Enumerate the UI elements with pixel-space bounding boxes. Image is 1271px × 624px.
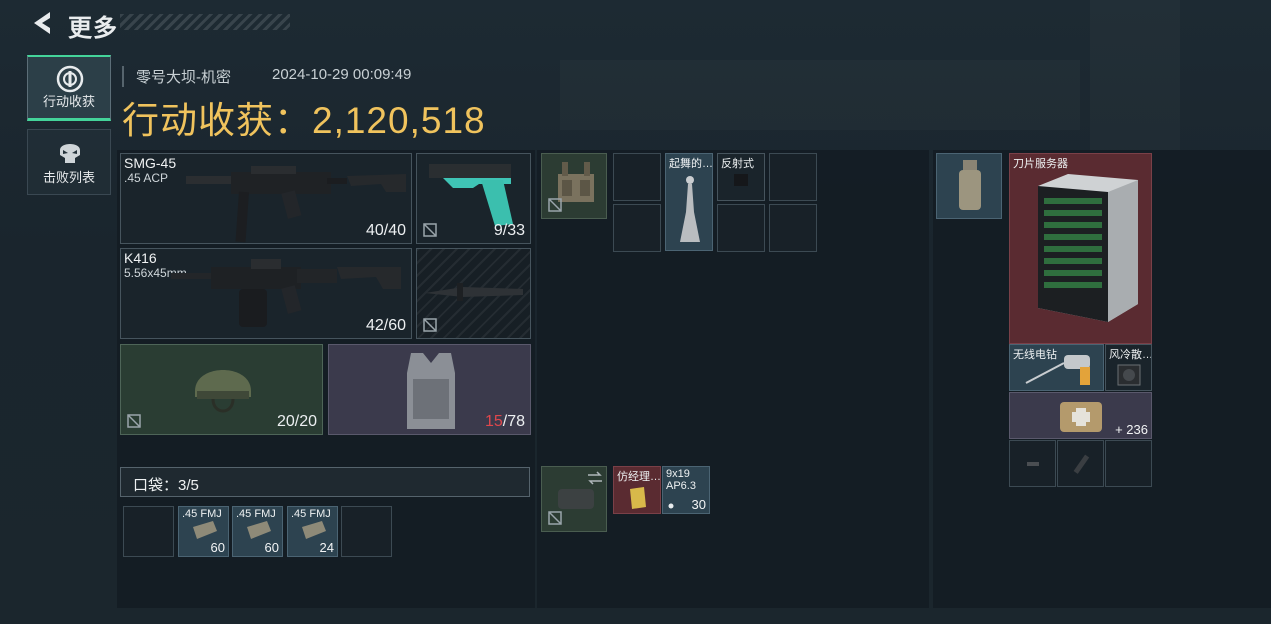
ammo-box-icon <box>193 521 217 539</box>
header-decoration <box>120 14 290 30</box>
weapon-name: K416 <box>124 250 157 266</box>
medkit-icon <box>1060 402 1102 432</box>
rig-item-statue[interactable]: 起舞的… <box>665 153 713 251</box>
pocket-slot-empty[interactable] <box>341 506 392 557</box>
armor-durability-max: /78 <box>502 413 525 430</box>
ammo-box-icon <box>247 521 271 539</box>
reflex-sight-icon <box>734 174 748 186</box>
bullet-dot-icon <box>668 503 674 509</box>
drill-icon <box>1025 355 1090 385</box>
item-count: 24 <box>319 540 334 555</box>
item-name: 起舞的… <box>669 158 713 170</box>
primary-weapon-slot[interactable]: SMG-45 .45 ACP 40/40 <box>120 153 412 244</box>
raid-datetime: 2024-10-29 00:09:49 <box>272 66 412 83</box>
back-arrow-icon <box>34 12 50 34</box>
swap-icon[interactable] <box>586 471 604 485</box>
pocket-slot-ammo[interactable]: .45 FMJ 24 <box>287 506 338 557</box>
secondary-weapon-slot[interactable]: K416 5.56x45mm 42/60 <box>120 248 412 339</box>
body-armor-icon <box>407 353 455 429</box>
ammo-box-icon <box>302 521 326 539</box>
tab-kill-list-label: 击败列表 <box>42 170 95 185</box>
backpack-item-medkit[interactable]: + 236 <box>1009 392 1152 439</box>
item-name: .45 FMJ <box>236 508 276 520</box>
backpack-slot-item[interactable] <box>1009 440 1056 487</box>
armor-slot[interactable]: 15/78 <box>328 344 531 435</box>
container-item-ammo[interactable]: 9x19 AP6.3 30 <box>662 466 710 514</box>
helmet-durability: 20/20 <box>276 413 317 430</box>
blade-server-icon <box>1038 174 1138 322</box>
armor-durability-current: 15 <box>484 413 503 430</box>
backpack-slot-empty[interactable] <box>1105 440 1152 487</box>
map-name: 零号大坝-机密 <box>122 66 231 87</box>
backpack-icon <box>959 160 981 210</box>
pocket-slot-ammo[interactable]: .45 FMJ 60 <box>232 506 283 557</box>
backpack-item-drill[interactable]: 无线电钻 <box>1009 344 1104 391</box>
item-name: .45 FMJ <box>291 508 331 520</box>
item-name: 刀片服务器 <box>1013 158 1068 170</box>
weapon-caliber: .45 ACP <box>124 171 169 185</box>
helmet-icon <box>195 370 251 413</box>
item-name: .45 FMJ <box>182 508 222 520</box>
loot-total-label: 行动收获： <box>122 100 312 141</box>
container-case-icon <box>558 489 594 509</box>
loot-total-value: 2,120,518 <box>312 100 486 141</box>
container-item-document[interactable]: 仿经理… <box>613 466 661 514</box>
pocket-slot-ammo[interactable]: .45 FMJ 60 <box>178 506 229 557</box>
not-insured-icon <box>548 511 562 525</box>
not-insured-icon <box>127 414 141 428</box>
page-title: 更多 <box>68 15 118 42</box>
backpack-item-cooling-fan[interactable]: 风冷散… <box>1105 344 1152 391</box>
pocket-header: 口袋：3/5 <box>120 467 530 497</box>
tab-loot[interactable]: 行动收获 <box>27 55 111 121</box>
tab-kill-list[interactable]: 击败列表 <box>27 129 111 195</box>
melee-slot[interactable] <box>416 248 531 339</box>
loot-total: 行动收获：2,120,518 <box>122 90 486 144</box>
pistol-icon <box>429 164 513 226</box>
knife-icon <box>425 283 523 301</box>
back-button[interactable] <box>28 10 54 36</box>
weapon-ammo: 42/60 <box>365 317 406 334</box>
pocket-label: 口袋：3/5 <box>133 477 199 494</box>
not-insured-icon <box>423 318 437 332</box>
item-count: + 236 <box>1115 422 1148 437</box>
loot-icon <box>56 65 84 93</box>
not-insured-icon <box>423 223 437 237</box>
skull-icon <box>60 144 80 163</box>
notebook-icon <box>630 487 646 509</box>
helmet-slot[interactable]: 20/20 <box>120 344 323 435</box>
backpack-slot-item[interactable] <box>1057 440 1104 487</box>
item-count: 60 <box>264 540 279 555</box>
cooling-fan-icon <box>1117 364 1141 386</box>
item-name: 风冷散… <box>1109 349 1152 361</box>
item-name: 9x19 AP6.3 <box>666 468 696 492</box>
armor-durability: 15/78 <box>485 413 525 431</box>
secure-container-slot[interactable] <box>541 466 607 532</box>
weapon-ammo: 40/40 <box>365 222 406 239</box>
pistol-slot[interactable]: 9/33 <box>416 153 531 244</box>
rig-slot-empty[interactable] <box>613 153 661 201</box>
rig-slot-empty[interactable] <box>769 153 817 201</box>
item-count: 30 <box>691 497 706 512</box>
pocket-slot-empty[interactable] <box>123 506 174 557</box>
rig-item-reflex-sight[interactable]: 反射式 <box>717 153 765 201</box>
backpack-slot[interactable] <box>936 153 1002 219</box>
suppressor-icon <box>1073 454 1090 474</box>
rig-slot-empty[interactable] <box>613 204 661 252</box>
item-name: 反射式 <box>721 158 754 170</box>
tab-loot-label: 行动收获 <box>42 94 95 109</box>
backpack-item-blade-server[interactable]: 刀片服务器 <box>1009 153 1152 344</box>
pistol-ammo: 9/33 <box>493 222 525 239</box>
item-name: 仿经理… <box>617 471 661 483</box>
rig-slot-empty[interactable] <box>769 204 817 252</box>
chest-rig-slot[interactable] <box>541 153 607 219</box>
dancer-statue-icon <box>680 176 700 242</box>
not-insured-icon <box>548 198 562 212</box>
item-count: 60 <box>210 540 225 555</box>
small-part-icon <box>1027 462 1039 466</box>
rig-slot-empty[interactable] <box>717 204 765 252</box>
weapon-name: SMG-45 <box>124 155 177 171</box>
